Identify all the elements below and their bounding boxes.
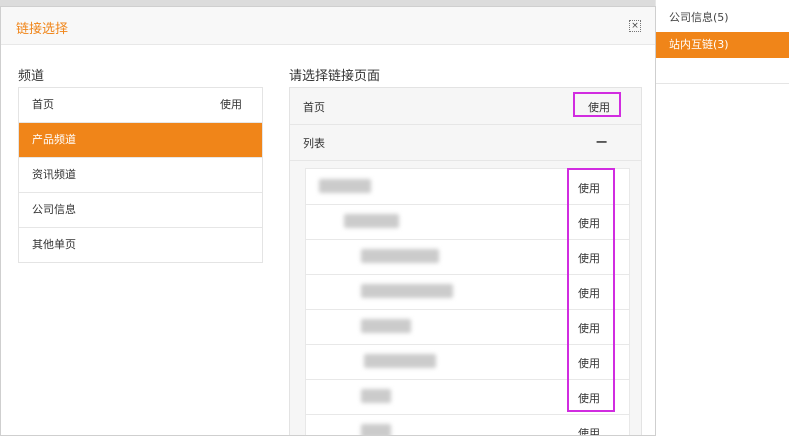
- list-item: 使用: [306, 414, 629, 435]
- channel-item-label: 产品频道: [32, 133, 76, 146]
- highlight-box: [567, 168, 615, 412]
- blurred-text: [344, 214, 399, 228]
- page-row-label: 首页: [303, 101, 325, 114]
- highlight-box: [573, 92, 621, 117]
- background-sidebar: 公司信息(5) 站内互链(3): [655, 0, 789, 436]
- use-button[interactable]: 使用: [220, 88, 242, 122]
- background-item-internal-links[interactable]: 站内互链(3): [656, 32, 789, 58]
- channel-item-label: 资讯频道: [32, 168, 76, 181]
- close-icon[interactable]: ×: [629, 20, 641, 32]
- page-row-label: 列表: [303, 137, 325, 150]
- link-page-heading: 请选择链接页面: [289, 69, 381, 84]
- blurred-text: [364, 354, 436, 368]
- divider: [656, 83, 789, 84]
- blurred-text: [361, 424, 391, 435]
- blurred-text: [361, 284, 453, 298]
- collapse-icon[interactable]: −: [595, 132, 608, 151]
- use-button[interactable]: 使用: [578, 425, 600, 435]
- page-row-list: 列表 −: [290, 124, 641, 161]
- channel-item-other-pages[interactable]: 其他单页: [19, 228, 262, 262]
- channel-item-label: 公司信息: [32, 203, 76, 216]
- channel-heading: 频道: [18, 69, 45, 84]
- list-pages: 使用 使用 使用 使用 使用 使用 使用 使用: [305, 168, 630, 435]
- channel-item-news[interactable]: 资讯频道: [19, 158, 262, 193]
- channel-item-home[interactable]: 首页 使用: [19, 88, 262, 123]
- blurred-text: [361, 389, 391, 403]
- channel-item-products[interactable]: 产品频道: [19, 123, 262, 158]
- channel-list: 首页 使用 产品频道 资讯频道 公司信息 其他单页: [18, 87, 263, 263]
- dialog-title: 链接选择: [16, 22, 69, 37]
- dialog-header: 链接选择 ×: [1, 7, 655, 45]
- page-row-home: 首页 使用: [290, 88, 641, 125]
- background-item-company-info[interactable]: 公司信息(5): [656, 5, 789, 31]
- link-page-panel: 首页 使用 列表 − 使用 使用 使用 使用 使用 使用 使用 使用: [289, 87, 642, 435]
- blurred-text: [361, 319, 411, 333]
- link-select-dialog: 链接选择 × 频道 首页 使用 产品频道 资讯频道 公司信息 其他单页 请选择链…: [0, 6, 656, 436]
- blurred-text: [319, 179, 371, 193]
- channel-item-company-info[interactable]: 公司信息: [19, 193, 262, 228]
- channel-item-label: 首页: [32, 98, 54, 111]
- channel-item-label: 其他单页: [32, 238, 76, 251]
- blurred-text: [361, 249, 439, 263]
